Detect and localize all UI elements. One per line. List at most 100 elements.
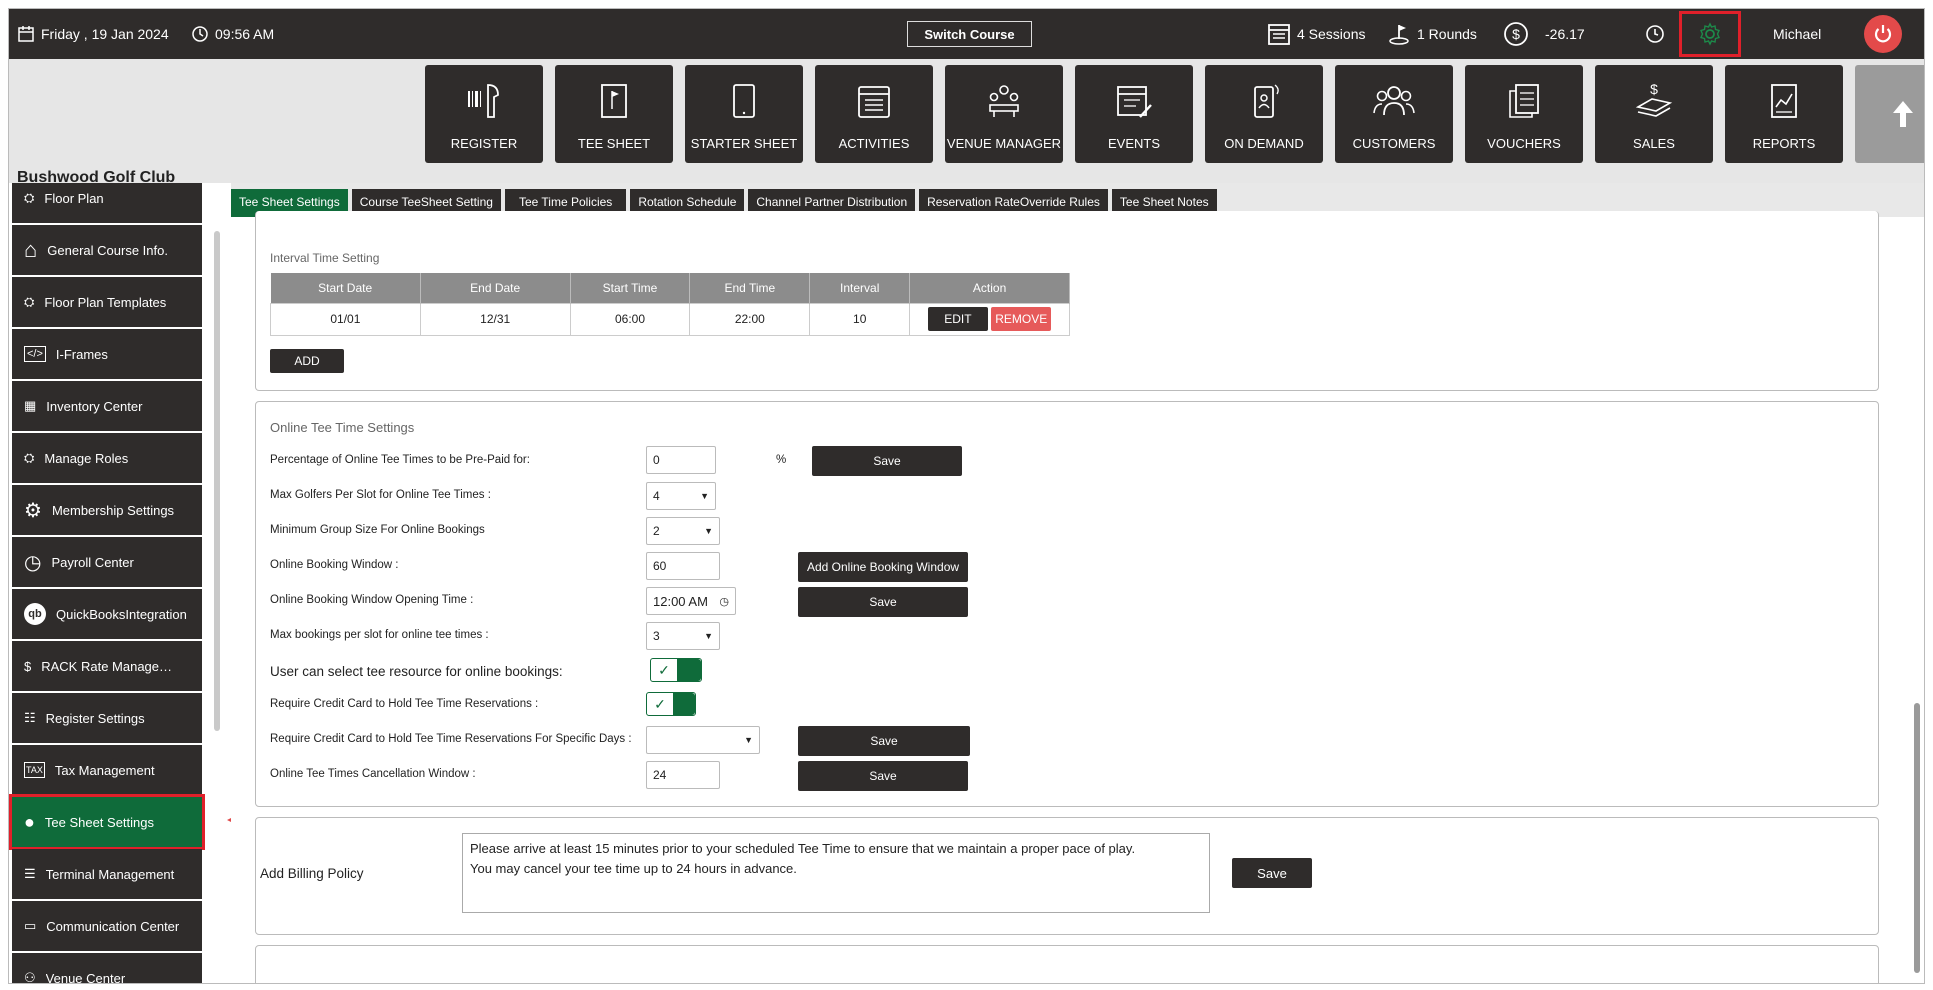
balance-indicator[interactable]: $ -26.17 (1503, 9, 1585, 59)
save-credit-days-button[interactable]: Save (798, 726, 970, 756)
floor-plan-icon: ⛭ (24, 294, 35, 309)
module-tee-sheet[interactable]: TEE SHEET (555, 65, 673, 163)
module-label: REPORTS (1752, 136, 1816, 151)
tax-icon: TAX (24, 762, 45, 778)
toggle-fill (677, 659, 701, 681)
calendar-list-icon (1268, 24, 1290, 45)
sidebar-item-venue-center[interactable]: ⚇ Venue Center (12, 953, 202, 983)
chevron-down-icon: ▼ (700, 491, 709, 501)
add-booking-window-button[interactable]: Add Online Booking Window (798, 552, 968, 582)
sidebar-item-register-settings[interactable]: ☷ Register Settings (12, 693, 202, 743)
save-opening-time-button[interactable]: Save (798, 587, 968, 617)
opening-time-label: Online Booking Window Opening Time : (270, 594, 474, 606)
column-header: End Date (420, 273, 571, 303)
module-label: ON DEMAND (1224, 136, 1304, 151)
edit-button[interactable]: EDIT (927, 307, 988, 331)
sidebar-item-tax-management[interactable]: TAX Tax Management (12, 745, 202, 795)
module-label: TEE SHEET (577, 136, 651, 151)
sidebar-item-label: Terminal Management (45, 866, 175, 882)
sidebar-item-communication-center[interactable]: ▭ Communication Center (12, 901, 202, 951)
max-golfers-select[interactable]: 4 ▼ (646, 482, 716, 510)
remove-button[interactable]: REMOVE (991, 307, 1052, 331)
next-section (255, 945, 1879, 983)
sidebar-item-label: General Course Info. (47, 242, 168, 258)
sidebar-item-floor-plan-templates[interactable]: ⛭ Floor Plan Templates (12, 277, 202, 327)
switch-course-button[interactable]: Switch Course (907, 21, 1032, 47)
module-sales[interactable]: $ SALES (1595, 65, 1713, 163)
cancellation-input[interactable]: 24 (646, 761, 720, 789)
billing-policy-textarea[interactable]: Please arrive at least 15 minutes prior … (462, 833, 1210, 913)
user-name[interactable]: Michael (1773, 9, 1821, 59)
prepaid-input[interactable]: 0 (646, 446, 716, 474)
booking-window-label: Online Booking Window : (270, 559, 399, 571)
sidebar-item-label: Floor Plan (44, 190, 104, 206)
module-on-demand[interactable]: ON DEMAND (1205, 65, 1323, 163)
sidebar-item-membership-settings[interactable]: ⚙ Membership Settings (12, 485, 202, 535)
settings-button[interactable] (1679, 11, 1741, 57)
content-scrollbar[interactable] (1914, 703, 1920, 973)
column-header: Action (909, 273, 1070, 303)
svg-text:$: $ (1512, 26, 1520, 42)
flag-sheet-icon (601, 84, 627, 118)
credit-days-select[interactable]: ▼ (646, 726, 760, 754)
module-customers[interactable]: CUSTOMERS (1335, 65, 1453, 163)
billing-policy-label: Add Billing Policy (260, 866, 364, 881)
sidebar-scrollbar[interactable] (214, 231, 220, 731)
clock-icon (1646, 25, 1664, 43)
sidebar-item-rack-rate[interactable]: $ RACK Rate Manageme... (12, 641, 202, 691)
card-icon: ▭ (24, 918, 37, 933)
svg-text:$: $ (1650, 81, 1658, 97)
check-icon: ✓ (658, 661, 670, 678)
opening-time-input[interactable]: 12:00 AM ◷ (646, 587, 736, 615)
module-register[interactable]: REGISTER (425, 65, 543, 163)
cell-end-date: 12/31 (419, 302, 571, 336)
floor-plan-icon: ⛭ (24, 190, 35, 205)
rounds-indicator[interactable]: 1 Rounds (1387, 9, 1477, 59)
module-venue-manager[interactable]: VENUE MANAGER (945, 65, 1063, 163)
sessions-text: 4 Sessions (1297, 26, 1366, 42)
sidebar-item-label: Register Settings (45, 710, 145, 726)
module-vouchers[interactable]: VOUCHERS (1465, 65, 1583, 163)
sidebar-item-tee-sheet-settings[interactable]: ● Tee Sheet Settings (9, 794, 205, 850)
people-group-icon (1373, 86, 1415, 116)
collapse-modules-button[interactable] (1855, 65, 1924, 163)
sidebar-item-inventory-center[interactable]: ▦ Inventory Center (12, 381, 202, 431)
quickbooks-icon: qb (24, 603, 46, 625)
module-events[interactable]: EVENTS (1075, 65, 1193, 163)
tee-resource-label: User can select tee resource for online … (270, 664, 563, 679)
min-group-select[interactable]: 2 ▼ (646, 517, 720, 545)
mobile-person-icon (1254, 84, 1279, 118)
sidebar-item-label: Communication Center (46, 918, 180, 934)
history-button[interactable] (1645, 9, 1665, 59)
billing-policy-line: You may cancel your tee time up to 24 ho… (470, 861, 797, 876)
save-prepaid-button[interactable]: Save (812, 446, 962, 476)
table-row: 01/01 12/31 06:00 22:00 10 EDIT REMOVE (270, 302, 1070, 336)
logout-button[interactable] (1864, 15, 1902, 53)
cell-start-date: 01/01 (270, 302, 421, 336)
sidebar-item-general-course-info[interactable]: ⌂ General Course Info. (12, 225, 202, 275)
tee-resource-toggle[interactable]: ✓ (650, 658, 702, 682)
chevron-down-icon: ▼ (744, 735, 753, 745)
save-cancellation-button[interactable]: Save (798, 761, 968, 791)
module-starter-sheet[interactable]: STARTER SHEET (685, 65, 803, 163)
sessions-indicator[interactable]: 4 Sessions (1267, 9, 1365, 59)
sidebar-item-payroll-center[interactable]: ◷ Payroll Center (12, 537, 202, 587)
module-reports[interactable]: REPORTS (1725, 65, 1843, 163)
sidebar-item-floor-plan[interactable]: ⛭ Floor Plan (12, 183, 202, 223)
module-activities[interactable]: ACTIVITIES (815, 65, 933, 163)
module-label: VOUCHERS (1487, 136, 1561, 151)
sidebar-item-terminal-management[interactable]: ☰ Terminal Management (12, 849, 202, 899)
save-billing-policy-button[interactable]: Save (1232, 858, 1312, 888)
booking-window-input[interactable]: 60 (646, 552, 720, 580)
app-window: Friday , 19 Jan 2024 09:56 AM Switch Cou… (8, 8, 1925, 984)
inventory-icon: ▦ (24, 398, 37, 413)
sidebar-item-quickbooks[interactable]: qb QuickBooksIntegration (12, 589, 202, 639)
credit-card-toggle[interactable]: ✓ (646, 692, 696, 716)
power-icon (1874, 25, 1892, 43)
gear-icon: ⚙ (24, 499, 42, 522)
cell-start-time: 06:00 (569, 302, 691, 336)
sidebar-item-manage-roles[interactable]: ⛭ Manage Roles (12, 433, 202, 483)
add-interval-button[interactable]: ADD (270, 349, 344, 373)
sidebar-item-i-frames[interactable]: </> I-Frames (12, 329, 202, 379)
max-bookings-select[interactable]: 3 ▼ (646, 622, 720, 650)
